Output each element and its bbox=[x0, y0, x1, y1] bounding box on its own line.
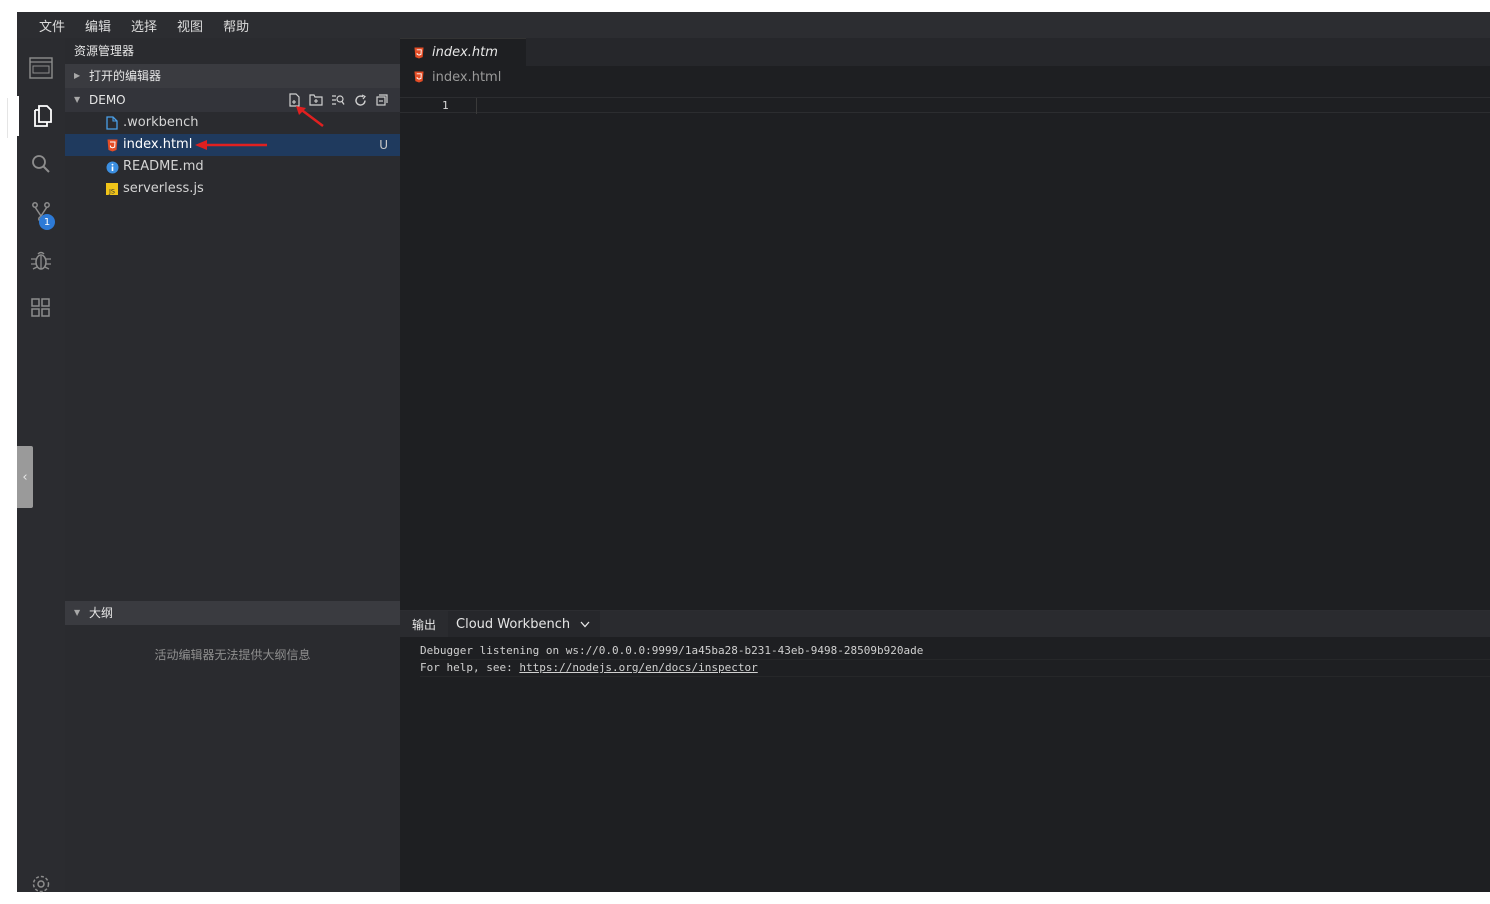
editor-tabs: index.htm bbox=[400, 38, 1490, 66]
caret-down-icon: ▼ bbox=[74, 95, 81, 104]
code-line[interactable]: 1 bbox=[400, 97, 1490, 114]
output-text: For help, see: bbox=[420, 661, 520, 674]
file-name: README.md bbox=[123, 159, 204, 174]
file-name: .workbench bbox=[123, 115, 199, 130]
menu-view[interactable]: 视图 bbox=[169, 16, 215, 35]
html-file-icon bbox=[414, 71, 424, 83]
editor-area: index.htm index.html 1 bbox=[400, 38, 1490, 610]
file-name: index.html bbox=[123, 137, 193, 152]
refresh-icon[interactable] bbox=[352, 92, 368, 108]
explorer-sidebar: 资源管理器 ▶ 打开的编辑器 ▼ DEMO .workbench index.h… bbox=[65, 38, 400, 892]
collapse-sidebar-handle[interactable]: ‹ bbox=[17, 446, 33, 508]
html-file-icon bbox=[105, 138, 119, 152]
tab-index-html[interactable]: index.htm bbox=[400, 38, 526, 66]
search-icon[interactable] bbox=[17, 144, 65, 184]
js-file-icon: JS bbox=[105, 182, 119, 196]
menu-selection[interactable]: 选择 bbox=[123, 16, 169, 35]
demo-folder-header[interactable]: ▼ DEMO bbox=[65, 88, 400, 127]
explorer-title: 资源管理器 bbox=[74, 44, 135, 58]
svg-text:JS: JS bbox=[108, 188, 115, 196]
inspector-link[interactable]: https://nodejs.org/en/docs/inspector bbox=[519, 661, 757, 674]
explorer-icon[interactable] bbox=[17, 96, 65, 136]
logo-icon bbox=[17, 48, 65, 88]
output-content: Debugger listening on ws://0.0.0.0:9999/… bbox=[400, 637, 1490, 677]
open-editors-label: 打开的编辑器 bbox=[89, 69, 162, 83]
caret-right-icon: ▶ bbox=[74, 71, 81, 80]
search-files-icon[interactable] bbox=[330, 92, 346, 108]
menu-file[interactable]: 文件 bbox=[31, 16, 77, 35]
open-editors-header[interactable]: ▶ 打开的编辑器 bbox=[65, 64, 400, 88]
file-name: serverless.js bbox=[123, 181, 204, 196]
panel-title-output[interactable]: 输出 bbox=[400, 616, 448, 633]
collapse-all-icon[interactable] bbox=[374, 92, 390, 108]
tree-item-readme[interactable]: README.md bbox=[65, 156, 400, 178]
left-margin bbox=[0, 0, 17, 892]
output-line: For help, see: https://nodejs.org/en/doc… bbox=[420, 660, 1490, 677]
tree-item-workbench[interactable]: .workbench bbox=[65, 112, 400, 134]
margin-mark bbox=[0, 98, 8, 138]
settings-gear-icon[interactable] bbox=[17, 864, 65, 904]
ide-window: 文件 编辑 选择 视图 帮助 1 资源管理器 ▶ 打开的编辑器 ▼ DEMO .… bbox=[17, 12, 1490, 893]
html-file-icon bbox=[414, 47, 424, 59]
menu-bar: 文件 编辑 选择 视图 帮助 bbox=[17, 12, 1490, 38]
pointer-arrow-icon bbox=[195, 140, 267, 150]
menu-help[interactable]: 帮助 bbox=[215, 16, 261, 35]
output-panel: 输出 Cloud Workbench Debugger listening on… bbox=[400, 610, 1490, 892]
outline-empty-message: 活动编辑器无法提供大纲信息 bbox=[154, 648, 311, 662]
caret-down-icon: ▼ bbox=[74, 608, 81, 617]
menu-edit[interactable]: 编辑 bbox=[77, 16, 123, 35]
channel-label: Cloud Workbench bbox=[456, 616, 571, 632]
folder-label: DEMO bbox=[89, 93, 126, 107]
extensions-icon[interactable] bbox=[17, 288, 65, 328]
debug-icon[interactable] bbox=[17, 240, 65, 280]
chevron-left-icon: ‹ bbox=[22, 469, 28, 485]
scm-badge: 1 bbox=[39, 214, 55, 230]
git-status-untracked: U bbox=[379, 138, 388, 152]
info-file-icon bbox=[105, 160, 119, 174]
panel-header: 输出 Cloud Workbench bbox=[400, 611, 1490, 637]
output-line: Debugger listening on ws://0.0.0.0:9999/… bbox=[420, 643, 1490, 660]
tab-label: index.htm bbox=[432, 45, 498, 60]
gutter-separator bbox=[476, 98, 477, 114]
source-control-icon[interactable]: 1 bbox=[17, 192, 65, 232]
chevron-down-icon bbox=[580, 617, 590, 632]
breadcrumb: index.html bbox=[400, 66, 1490, 88]
line-number: 1 bbox=[442, 99, 449, 112]
file-icon bbox=[105, 116, 119, 130]
outline-header[interactable]: ▼ 大纲 bbox=[65, 601, 400, 625]
breadcrumb-file[interactable]: index.html bbox=[432, 70, 501, 85]
outline-label: 大纲 bbox=[89, 606, 114, 620]
output-channel-select[interactable]: Cloud Workbench bbox=[448, 611, 601, 637]
tree-item-serverless-js[interactable]: JS serverless.js bbox=[65, 178, 400, 200]
tree-item-index-html[interactable]: index.html U bbox=[65, 134, 400, 156]
